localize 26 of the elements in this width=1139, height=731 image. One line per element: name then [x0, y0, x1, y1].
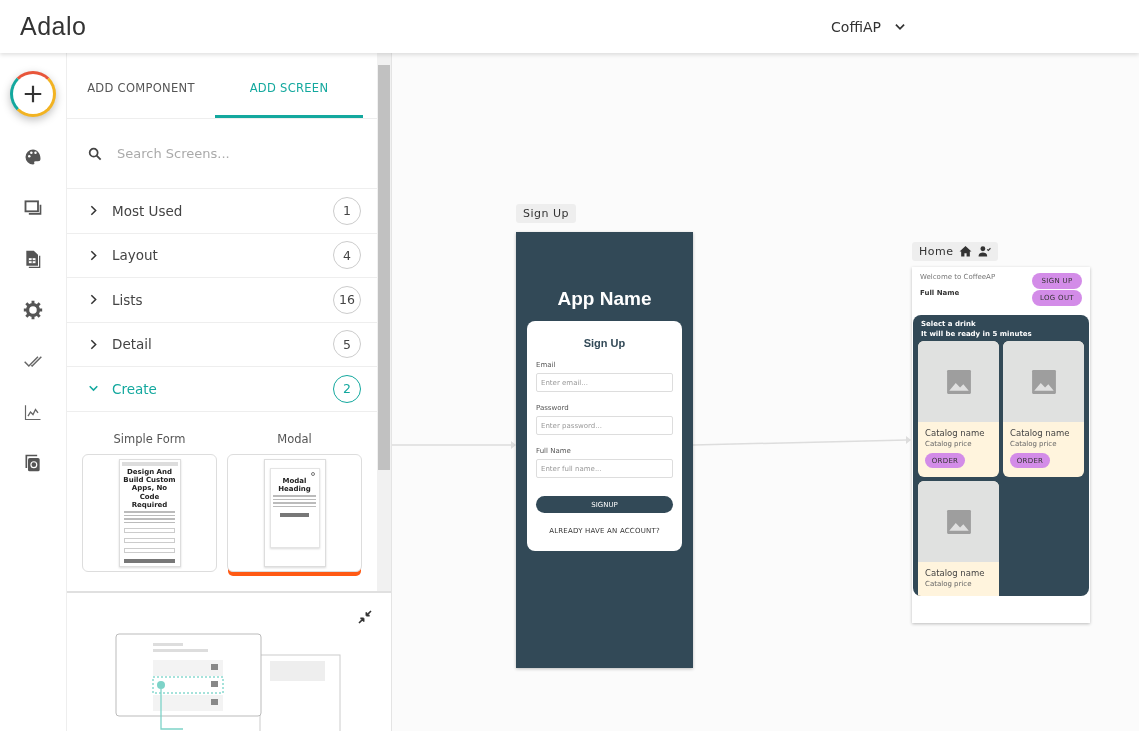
- settings-icon[interactable]: [23, 299, 43, 320]
- screen-label[interactable]: Home: [912, 242, 999, 261]
- screens-icon[interactable]: [23, 197, 43, 218]
- product-name: Catalog name: [925, 568, 985, 579]
- tab[interactable]: ADD COMPONENT: [67, 53, 215, 118]
- app-title: App Name: [557, 288, 652, 310]
- collapse-icon[interactable]: [357, 609, 373, 625]
- image-icon: [945, 508, 972, 535]
- template-title: Simple Form: [113, 431, 186, 446]
- image-icon: [945, 368, 972, 395]
- copy-icon[interactable]: [23, 452, 43, 473]
- app-selector[interactable]: CoffiAP: [827, 14, 911, 39]
- search-icon: [87, 145, 103, 162]
- template-title: Modal: [277, 431, 312, 446]
- home-icon: [959, 245, 973, 258]
- scrollbar[interactable]: [377, 53, 391, 591]
- image-icon: [1030, 368, 1057, 395]
- screen-label[interactable]: Sign Up: [516, 204, 577, 223]
- form-title: Sign Up: [582, 337, 627, 349]
- plus-icon: [22, 83, 44, 105]
- user-icon: [978, 245, 992, 258]
- add-button[interactable]: [10, 71, 56, 117]
- product-name: Catalog name: [1010, 428, 1070, 439]
- logo: Adalo: [20, 12, 87, 41]
- product-name: Catalog name: [925, 428, 985, 439]
- spreadsheet-icon[interactable]: [23, 248, 43, 269]
